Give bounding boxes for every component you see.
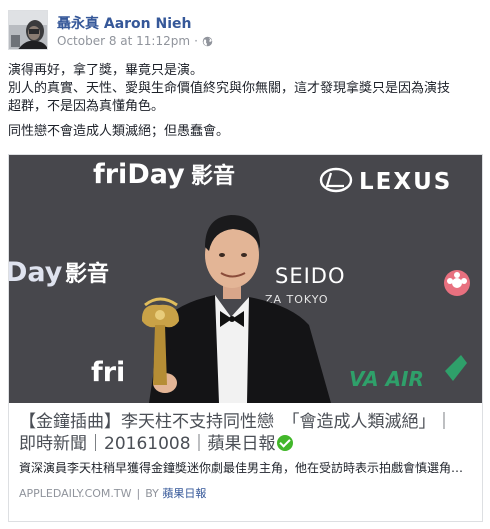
award-photo: friDay 影音 LEXUS Day 影音 SEIDO ZA TOKYO fr… <box>9 155 482 403</box>
verified-check-icon <box>276 435 293 451</box>
sign-yingyin-2: 影音 <box>65 261 109 287</box>
author-name-link[interactable]: 聶永真 Aaron Nieh <box>57 13 192 33</box>
sign-friday: friDay <box>93 159 185 190</box>
source-separator: | <box>136 487 141 500</box>
link-preview-text[interactable]: 【金鐘插曲】李天柱不支持同性戀 「會造成人類滅絕」｜ 即時新聞｜20161008… <box>9 403 482 521</box>
link-preview-title[interactable]: 【金鐘插曲】李天柱不支持同性戀 「會造成人類滅絕」｜ 即時新聞｜20161008… <box>19 411 472 455</box>
meta-separator: · <box>194 34 198 48</box>
globe-icon[interactable] <box>202 36 213 47</box>
post-text-line: 別人的真實、天性、愛與生命價值終究與你無關，這才發現拿獎只是因為演技 <box>8 81 451 96</box>
post-text-line: 演得再好，拿了獎，畢竟只是演。 <box>8 63 204 78</box>
sign-day: Day <box>9 257 63 288</box>
post-text-line: 同性戀不會造成人類滅絕；但愚蠢會。 <box>8 124 230 139</box>
link-preview-image[interactable]: friDay 影音 LEXUS Day 影音 SEIDO ZA TOKYO fr… <box>9 155 482 403</box>
post-timestamp-link[interactable]: October 8 at 11:12pm <box>57 34 190 48</box>
post-paragraph: 同性戀不會造成人類滅絕；但愚蠢會。 <box>8 123 484 141</box>
sign-fri: fri <box>91 357 125 388</box>
link-preview-card[interactable]: friDay 影音 LEXUS Day 影音 SEIDO ZA TOKYO fr… <box>8 154 483 522</box>
post-meta: October 8 at 11:12pm · <box>57 34 213 48</box>
link-preview-source: APPLEDAILY.COM.TW | BY 蘋果日報 <box>19 485 472 501</box>
facebook-post: 聶永真 Aaron Nieh October 8 at 11:12pm · 演得… <box>0 0 490 529</box>
post-body: 演得再好，拿了獎，畢竟只是演。 別人的真實、天性、愛與生命價值終究與你無關，這才… <box>8 62 484 148</box>
sign-seido: SEIDO <box>275 264 346 288</box>
sakura-logo-icon <box>444 270 470 296</box>
publisher-link[interactable]: 蘋果日報 <box>162 487 206 500</box>
title-line: 即時新聞｜20161008｜蘋果日報 <box>19 433 472 455</box>
sign-lexus: LEXUS <box>359 169 452 195</box>
post-paragraph: 演得再好，拿了獎，畢竟只是演。 別人的真實、天性、愛與生命價值終究與你無關，這才… <box>8 62 484 116</box>
author-avatar[interactable] <box>8 10 48 50</box>
by-label: BY <box>145 487 159 500</box>
post-text-line: 超群，不是因為真懂角色。 <box>8 99 165 114</box>
sign-eva-air: VA AIR <box>349 367 424 391</box>
source-domain: APPLEDAILY.COM.TW <box>19 487 132 500</box>
title-line: 【金鐘插曲】李天柱不支持同性戀 「會造成人類滅絕」｜ <box>19 412 453 432</box>
title-line-text: 即時新聞｜20161008｜蘋果日報 <box>19 434 276 454</box>
link-preview-description: 資深演員李天柱稍早獲得金鐘獎迷你劇最佳男主角，他在受訪時表示拍戲會慎選角… <box>19 461 464 475</box>
avatar-photo <box>9 11 47 49</box>
sign-yingyin: 影音 <box>191 163 235 189</box>
